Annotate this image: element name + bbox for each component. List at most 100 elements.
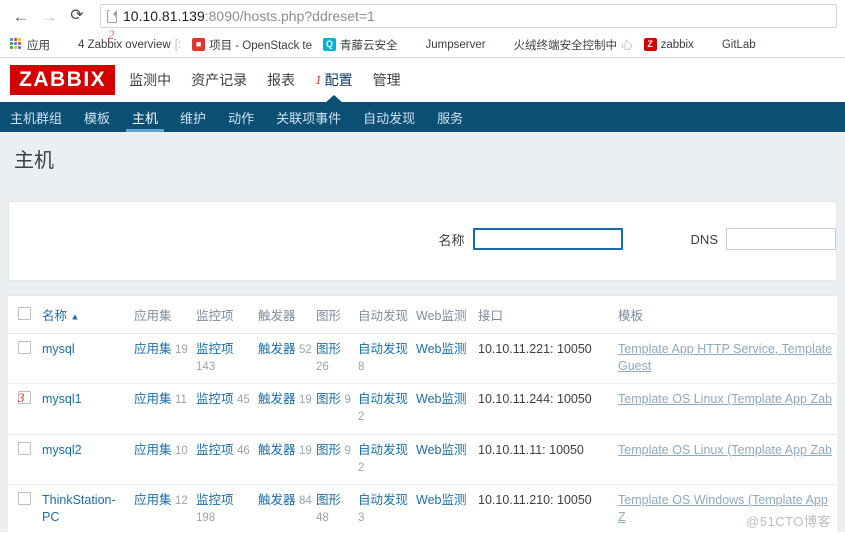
templates-link[interactable]: Template OS Linux (Template App Zab	[618, 392, 832, 406]
table-row[interactable]: 3 mysql1 应用集 11 监控项 45 触发器 19 图形 9 自动发现 …	[8, 383, 837, 435]
cell-graphs[interactable]: 图形 9	[316, 383, 358, 435]
filter-dns-input[interactable]	[726, 228, 836, 250]
web-link[interactable]: Web监测	[416, 443, 466, 457]
cell-host-name[interactable]: mysql	[42, 333, 134, 385]
bookmark-huorong[interactable]: 火绒终端安全控制中 心	[493, 35, 637, 55]
graphs-link[interactable]: 图形	[316, 443, 341, 457]
cell-web[interactable]: Web监测	[416, 383, 478, 435]
templates-link[interactable]: Template App HTTP Service, Template Gues…	[618, 342, 832, 373]
subnav-item-templates[interactable]: 模板	[84, 102, 110, 132]
cell-host-name[interactable]: mysql1	[42, 383, 134, 435]
cell-triggers[interactable]: 触发器 52	[258, 333, 316, 385]
menu-item-administration[interactable]: 管理	[373, 58, 401, 102]
row-checkbox-cell[interactable]	[8, 434, 42, 486]
discovery-link[interactable]: 自动发现	[358, 443, 408, 457]
row-checkbox-cell[interactable]	[8, 484, 42, 534]
filter-name-input[interactable]	[472, 228, 623, 250]
web-link[interactable]: Web监测	[416, 342, 466, 356]
row-checkbox-cell[interactable]: 3	[8, 383, 42, 435]
host-link[interactable]: mysql1	[42, 392, 82, 406]
subnav-item-correlation[interactable]: 关联项事件	[276, 102, 341, 132]
row-checkbox[interactable]	[18, 341, 31, 354]
row-checkbox-cell[interactable]	[8, 333, 42, 385]
triggers-link[interactable]: 触发器	[258, 392, 296, 406]
items-link[interactable]: 监控项	[196, 392, 234, 406]
bookmark-zabbix-overview[interactable]: 4 Zabbix overview [:	[57, 36, 185, 53]
cell-discovery[interactable]: 自动发现 2	[358, 434, 416, 486]
row-checkbox[interactable]	[18, 441, 31, 455]
cell-items[interactable]: 监控项 45	[196, 383, 258, 435]
cell-web[interactable]: Web监测	[416, 434, 478, 486]
table-row[interactable]: mysql 应用集 19 监控项 143 触发器 52 图形 26 自动发现 8…	[8, 333, 837, 385]
bookmark-gitlab[interactable]: GitLab	[701, 36, 760, 53]
web-link[interactable]: Web监测	[416, 493, 466, 507]
cell-host-name[interactable]: mysql2	[42, 434, 134, 486]
cell-applications[interactable]: 应用集 10	[134, 434, 196, 486]
cell-items[interactable]: 监控项 198	[196, 484, 258, 534]
cell-applications[interactable]: 应用集 11	[134, 383, 196, 435]
menu-item-reports[interactable]: 报表	[267, 58, 295, 102]
cell-graphs[interactable]: 图形 9	[316, 434, 358, 486]
cell-items[interactable]: 监控项 143	[196, 333, 258, 385]
triggers-link[interactable]: 触发器	[258, 443, 296, 457]
bookmark-zabbix[interactable]: Z zabbix	[640, 36, 698, 53]
back-icon[interactable]: ←	[8, 3, 34, 29]
cell-discovery[interactable]: 自动发现 8	[358, 333, 416, 385]
host-link[interactable]: mysql	[42, 342, 75, 356]
cell-web[interactable]: Web监测	[416, 333, 478, 385]
cell-host-name[interactable]: ThinkStation-PC	[42, 484, 134, 534]
graphs-link[interactable]: 图形	[316, 342, 341, 356]
triggers-link[interactable]: 触发器	[258, 493, 296, 507]
discovery-link[interactable]: 自动发现	[358, 342, 408, 356]
menu-item-inventory[interactable]: 资产记录	[191, 58, 247, 102]
items-link[interactable]: 监控项	[196, 493, 234, 507]
subnav-item-services[interactable]: 服务	[437, 102, 463, 132]
cell-templates[interactable]: Template App HTTP Service, Template Gues…	[618, 333, 837, 385]
bookmark-apps[interactable]: 应用	[6, 35, 54, 55]
menu-item-monitoring[interactable]: 监测中	[129, 58, 171, 102]
zabbix-logo[interactable]: ZABBIX	[10, 65, 116, 95]
cell-triggers[interactable]: 触发器 19	[258, 434, 316, 486]
reload-icon[interactable]: ⟳	[64, 3, 90, 29]
select-all-header[interactable]	[8, 296, 42, 334]
items-link[interactable]: 监控项	[196, 342, 234, 356]
web-link[interactable]: Web监测	[416, 392, 466, 406]
applications-link[interactable]: 应用集	[134, 392, 172, 406]
subnav-item-hosts[interactable]: 主机	[126, 102, 165, 132]
cell-graphs[interactable]: 图形 26	[316, 333, 358, 385]
bookmark-jumpserver[interactable]: Jumpserver	[404, 36, 489, 53]
items-link[interactable]: 监控项	[196, 443, 234, 457]
host-link[interactable]: ThinkStation-PC	[42, 493, 116, 524]
cell-applications[interactable]: 应用集 12	[134, 484, 196, 534]
applications-link[interactable]: 应用集	[134, 342, 172, 356]
applications-link[interactable]: 应用集	[134, 443, 172, 457]
cell-discovery[interactable]: 自动发现 3	[358, 484, 416, 534]
bookmark-qingteng[interactable]: Q 青藤云安全	[319, 35, 402, 55]
cell-applications[interactable]: 应用集 19	[134, 333, 196, 385]
cell-triggers[interactable]: 触发器 84	[258, 484, 316, 534]
table-row[interactable]: mysql2 应用集 10 监控项 46 触发器 19 图形 9 自动发现 2 …	[8, 434, 837, 486]
table-row[interactable]: ThinkStation-PC 应用集 12 监控项 198 触发器 84 图形…	[8, 484, 837, 534]
graphs-link[interactable]: 图形	[316, 493, 341, 507]
applications-link[interactable]: 应用集	[134, 493, 172, 507]
subnav-item-host-groups[interactable]: 主机群组	[10, 102, 62, 132]
subnav-item-actions[interactable]: 动作	[228, 102, 254, 132]
graphs-link[interactable]: 图形	[316, 392, 341, 406]
menu-item-configuration[interactable]: 1 配置	[315, 58, 353, 103]
cell-templates[interactable]: Template OS Linux (Template App Zab	[618, 383, 837, 435]
select-all-checkbox[interactable]	[18, 306, 31, 320]
cell-discovery[interactable]: 自动发现 2	[358, 383, 416, 435]
triggers-link[interactable]: 触发器	[258, 342, 296, 356]
subnav-item-discovery[interactable]: 自动发现	[363, 102, 415, 132]
address-bar[interactable]: 10.10.81.139:8090/hosts.php?ddreset=1	[100, 4, 837, 28]
cell-graphs[interactable]: 图形 48	[316, 484, 358, 534]
cell-items[interactable]: 监控项 46	[196, 434, 258, 486]
header-name[interactable]: 名称 ▲	[42, 296, 134, 334]
cell-templates[interactable]: Template OS Linux (Template App Zab	[618, 434, 837, 486]
bookmark-openstack[interactable]: ■ 项目 - OpenStack te	[188, 35, 316, 55]
cell-triggers[interactable]: 触发器 19	[258, 383, 316, 435]
cell-web[interactable]: Web监测	[416, 484, 478, 534]
host-link[interactable]: mysql2	[42, 443, 82, 457]
row-checkbox[interactable]	[18, 492, 31, 506]
templates-link[interactable]: Template OS Linux (Template App Zab	[618, 443, 832, 457]
